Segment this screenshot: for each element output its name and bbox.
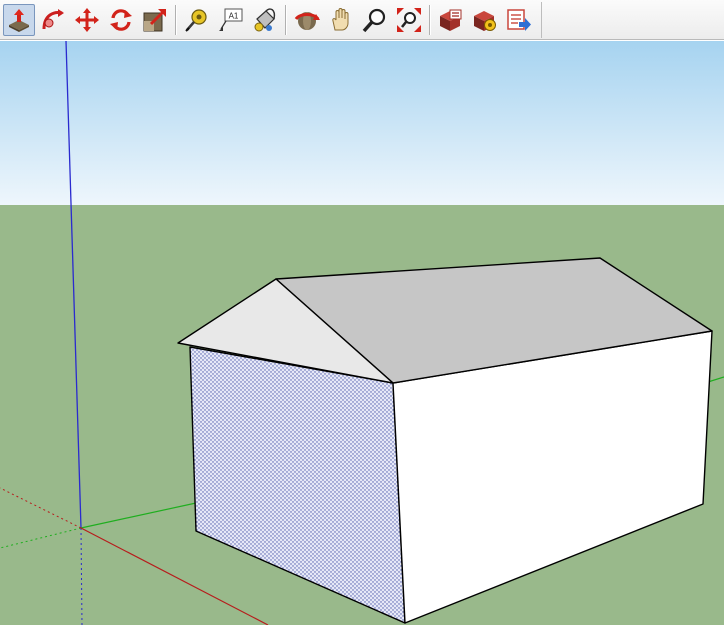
pan-tool-button[interactable] <box>325 4 357 36</box>
sky <box>0 41 724 205</box>
orbit-icon <box>294 12 320 30</box>
zoom-extents-icon <box>397 8 421 32</box>
scale-tool-button[interactable] <box>139 4 171 36</box>
pan-icon <box>332 8 349 31</box>
zoom-tool-button[interactable] <box>359 4 391 36</box>
orbit-tool-button[interactable] <box>291 4 323 36</box>
text-icon: A1 <box>219 8 243 31</box>
share-model-icon <box>507 9 531 31</box>
3d-warehouse-icon <box>440 9 462 31</box>
scene-canvas[interactable] <box>0 41 724 625</box>
share-model-button[interactable] <box>503 4 535 36</box>
components-icon <box>474 11 496 31</box>
rotate-tool-button[interactable] <box>105 4 137 36</box>
get-models-button[interactable] <box>435 4 467 36</box>
tape-measure-tool-button[interactable] <box>181 4 213 36</box>
paint-bucket-icon <box>254 8 276 32</box>
push-pull-tool-button[interactable] <box>3 4 35 36</box>
zoom-icon <box>362 8 386 33</box>
toolbar-separator <box>285 5 287 35</box>
tape-measure-icon <box>185 9 207 32</box>
text-tool-label: A1 <box>229 11 239 20</box>
rotate-icon <box>110 9 132 31</box>
paint-bucket-tool-button[interactable] <box>249 4 281 36</box>
components-button[interactable] <box>469 4 501 36</box>
tool-strip: A1 <box>2 2 542 38</box>
scale-icon <box>143 9 166 32</box>
text-tool-button[interactable]: A1 <box>215 4 247 36</box>
zoom-extents-tool-button[interactable] <box>393 4 425 36</box>
move-icon <box>75 8 99 32</box>
push-pull-icon <box>9 9 29 32</box>
follow-me-tool-button[interactable] <box>37 4 69 36</box>
toolbar-separator <box>175 5 177 35</box>
move-tool-button[interactable] <box>71 4 103 36</box>
follow-me-icon <box>42 9 64 30</box>
sketchup-window: A1 <box>0 0 724 625</box>
toolbar-separator <box>429 5 431 35</box>
3d-model-viewport[interactable] <box>0 41 724 625</box>
large-tool-set-toolbar: A1 <box>0 0 724 40</box>
